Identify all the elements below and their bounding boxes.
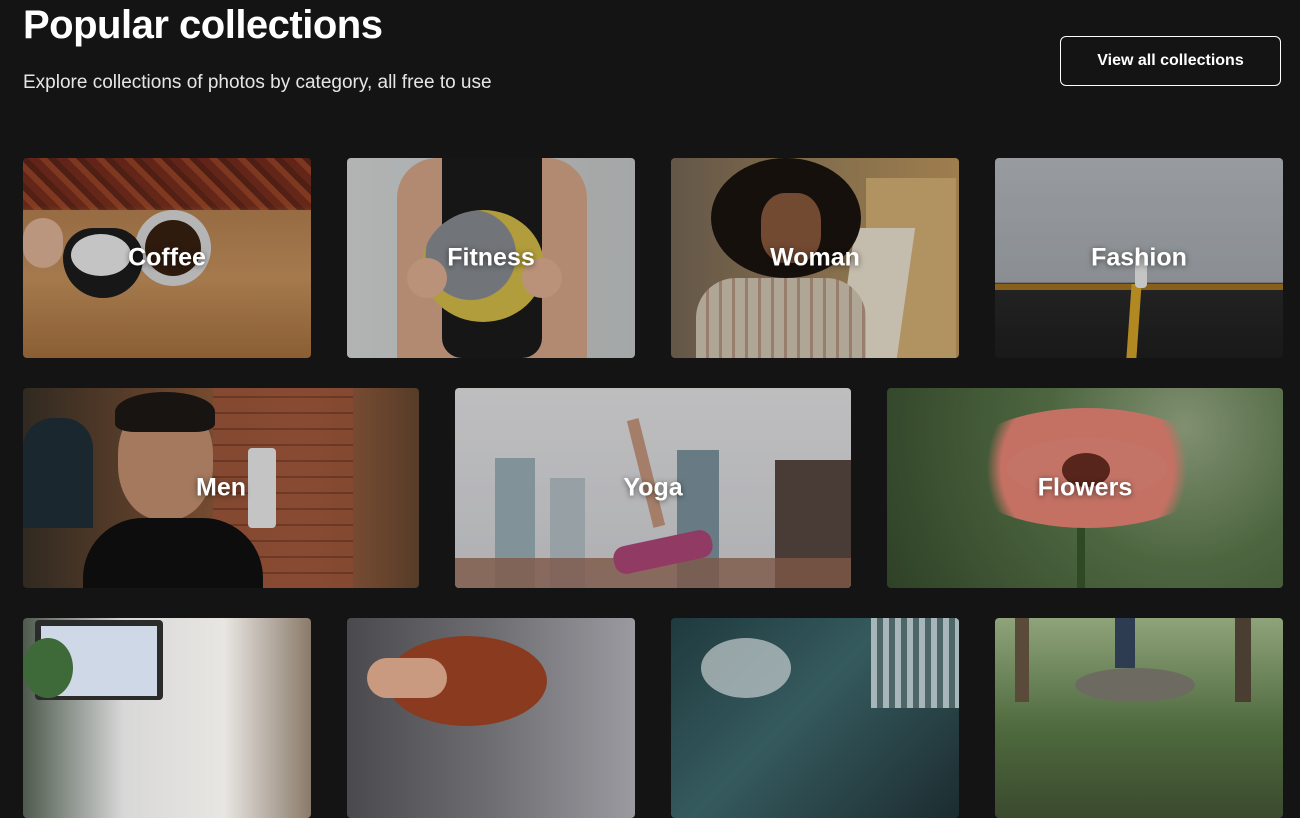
page-title: Popular collections (23, 3, 383, 47)
collection-card-fashion[interactable]: Fashion (995, 158, 1283, 358)
collection-card[interactable] (995, 618, 1283, 818)
collection-card-men[interactable]: Men (23, 388, 419, 588)
page-subtitle: Explore collections of photos by categor… (23, 72, 492, 93)
collection-label: Fitness (447, 243, 535, 272)
collection-label: Coffee (128, 243, 206, 272)
view-all-collections-button[interactable]: View all collections (1060, 36, 1281, 86)
collection-card-coffee[interactable]: Coffee (23, 158, 311, 358)
collection-card[interactable] (347, 618, 635, 818)
collection-photo (347, 618, 635, 818)
collection-card-yoga[interactable]: Yoga (455, 388, 851, 588)
collection-card-flowers[interactable]: Flowers (887, 388, 1283, 588)
collection-label: Yoga (623, 473, 683, 502)
collection-label: Fashion (1091, 243, 1187, 272)
collection-card-fitness[interactable]: Fitness (347, 158, 635, 358)
collection-label: Flowers (1037, 473, 1133, 502)
collection-photo (995, 618, 1283, 818)
collection-card[interactable] (23, 618, 311, 818)
collection-card[interactable] (671, 618, 959, 818)
collection-card-woman[interactable]: Woman (671, 158, 959, 358)
collection-photo (23, 618, 311, 818)
collection-label: Woman (770, 243, 860, 272)
collection-photo (671, 618, 959, 818)
collection-label: Men (196, 473, 246, 502)
